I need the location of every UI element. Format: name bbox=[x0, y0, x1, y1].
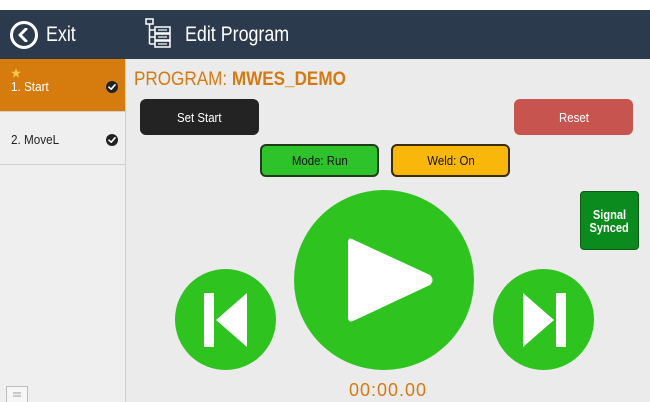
step-label: 1. Start bbox=[11, 79, 49, 94]
exit-label: Exit bbox=[46, 23, 76, 46]
list-icon bbox=[13, 392, 21, 396]
step-sidebar: 1. Start 2. MoveL bbox=[0, 59, 126, 402]
signal-synced-indicator: Signal Synced bbox=[580, 191, 639, 250]
elapsed-timer: 00:00.00 bbox=[348, 380, 428, 400]
sidebar-item-movel[interactable]: 2. MoveL bbox=[0, 112, 125, 165]
program-title: PROGRAM: MWES_DEMO bbox=[134, 69, 346, 91]
sidebar-item-start[interactable]: 1. Start bbox=[0, 59, 125, 112]
exit-button[interactable]: Exit bbox=[10, 19, 81, 51]
weld-toggle-button[interactable]: Weld: On bbox=[391, 144, 510, 177]
play-button[interactable] bbox=[294, 190, 474, 370]
page-title: Edit Program bbox=[145, 17, 308, 53]
skip-next-icon bbox=[522, 292, 566, 347]
check-circle-icon bbox=[106, 81, 118, 93]
back-arrow-icon bbox=[10, 21, 38, 49]
program-prefix: PROGRAM: bbox=[134, 69, 228, 90]
next-step-button[interactable] bbox=[493, 269, 594, 370]
play-icon bbox=[348, 238, 433, 322]
skip-previous-icon bbox=[203, 292, 247, 347]
step-label: 2. MoveL bbox=[11, 132, 60, 147]
list-toggle-button[interactable] bbox=[6, 386, 28, 402]
set-start-button[interactable]: Set Start bbox=[140, 99, 259, 135]
main-panel: PROGRAM: MWES_DEMO Set Start Reset Mode:… bbox=[126, 59, 650, 402]
previous-step-button[interactable] bbox=[175, 269, 276, 370]
mode-toggle-button[interactable]: Mode: Run bbox=[260, 144, 379, 177]
top-bar: Exit Edit Program bbox=[0, 10, 650, 59]
program-name: MWES_DEMO bbox=[231, 69, 346, 90]
page-title-text: Edit Program bbox=[185, 23, 290, 46]
program-tree-icon bbox=[145, 17, 171, 53]
reset-button[interactable]: Reset bbox=[514, 99, 633, 135]
check-circle-icon bbox=[106, 134, 118, 146]
